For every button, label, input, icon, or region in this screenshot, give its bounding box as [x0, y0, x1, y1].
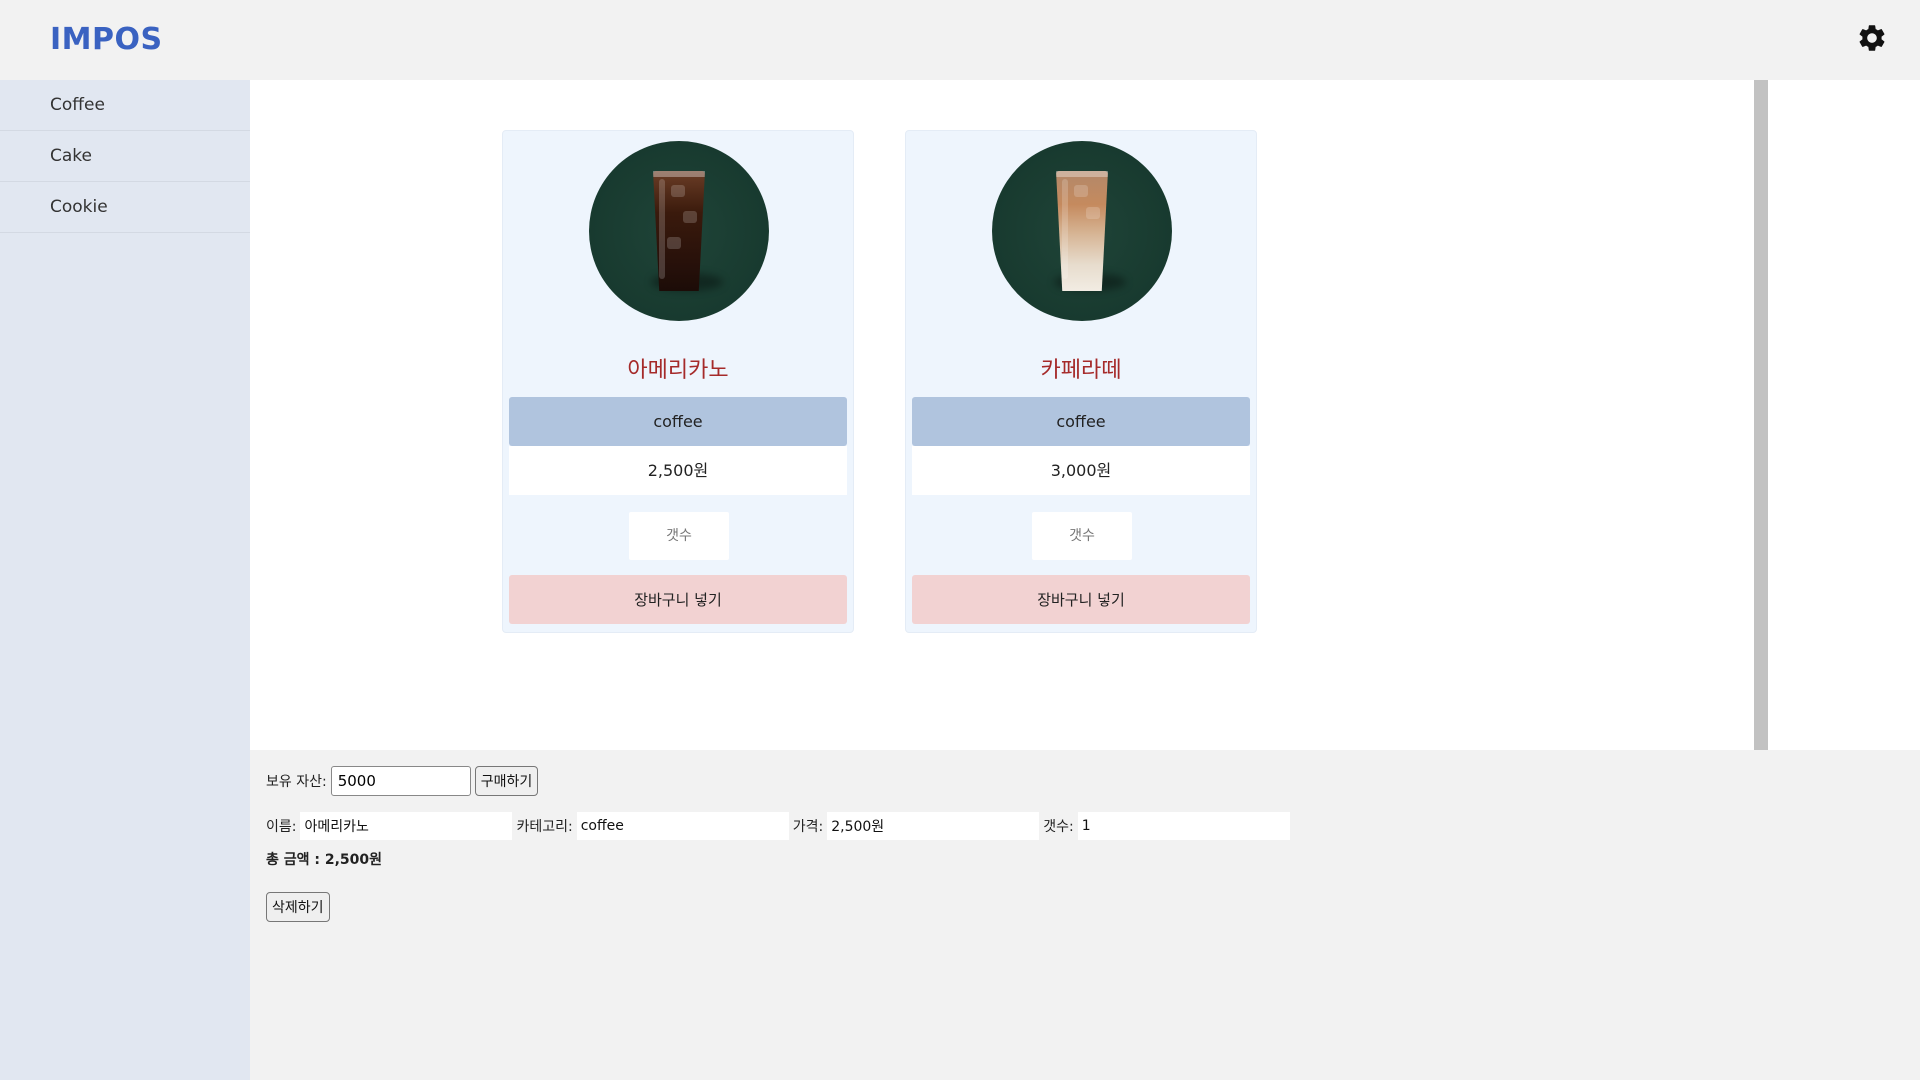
add-to-cart-button[interactable]: 장바구니 넣기	[509, 575, 847, 624]
product-price: 3,000원	[912, 446, 1250, 495]
add-to-cart-button[interactable]: 장바구니 넣기	[912, 575, 1250, 624]
header: IMPOS	[0, 0, 1920, 80]
cart-item-row: 이름: 카테고리: 가격: 갯수:	[266, 811, 1294, 841]
asset-row: 보유 자산: 구매하기	[266, 765, 539, 797]
asset-label: 보유 자산:	[266, 774, 327, 790]
main-right-blank	[1768, 80, 1920, 750]
product-card: 아메리카노 coffee 2,500원 장바구니 넣기	[502, 130, 854, 633]
product-name: 아메리카노	[627, 358, 729, 383]
delete-button[interactable]: 삭제하기	[266, 892, 330, 922]
buy-button[interactable]: 구매하기	[474, 766, 539, 796]
product-card: 카페라떼 coffee 3,000원 장바구니 넣기	[905, 130, 1257, 633]
asset-input[interactable]	[330, 766, 471, 796]
sidebar-item-coffee[interactable]: Coffee	[0, 80, 250, 131]
cart-qty-label: 갯수:	[1043, 819, 1074, 835]
cart-name-field[interactable]	[300, 812, 513, 840]
gear-icon[interactable]	[1856, 22, 1888, 54]
cart-price-field[interactable]	[827, 812, 1040, 840]
cart-qty-field[interactable]	[1077, 812, 1290, 840]
app-logo[interactable]: IMPOS	[50, 22, 163, 57]
cart-panel: 보유 자산: 구매하기 이름: 카테고리: 가격: 갯수: 총 금액 : 2,5…	[250, 750, 1920, 1080]
cart-price-label: 가격:	[792, 819, 824, 835]
quantity-input[interactable]	[629, 512, 729, 560]
quantity-input[interactable]	[1032, 512, 1132, 560]
cart-category-field[interactable]	[576, 812, 789, 840]
cart-category-label: 카테고리:	[516, 819, 573, 835]
product-image-americano	[589, 141, 769, 321]
sidebar-item-cake[interactable]: Cake	[0, 131, 250, 182]
product-category: coffee	[509, 397, 847, 446]
sidebar: Coffee Cake Cookie	[0, 80, 250, 1080]
product-price: 2,500원	[509, 446, 847, 495]
scrollbar[interactable]	[1754, 80, 1768, 750]
product-category: coffee	[912, 397, 1250, 446]
product-name: 카페라떼	[1040, 358, 1122, 383]
product-list: 아메리카노 coffee 2,500원 장바구니 넣기 카페라떼 coffee …	[250, 80, 1754, 750]
total-amount: 총 금액 : 2,500원	[266, 852, 383, 868]
sidebar-item-cookie[interactable]: Cookie	[0, 182, 250, 233]
cart-name-label: 이름:	[266, 819, 297, 835]
product-image-cafe-latte	[992, 141, 1172, 321]
